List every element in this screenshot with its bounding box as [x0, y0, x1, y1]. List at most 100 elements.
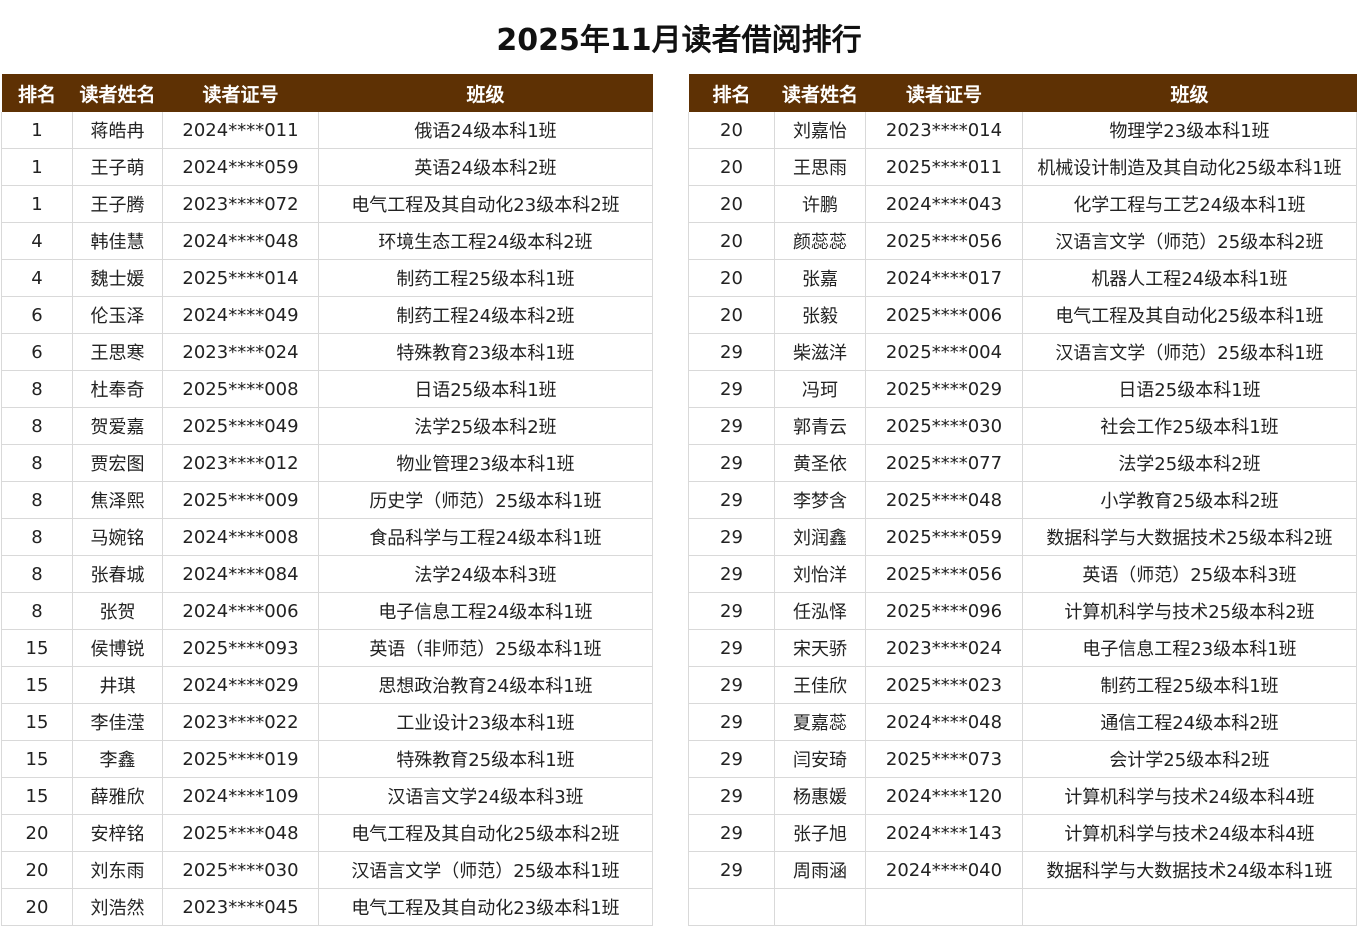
- cell-reader-name: 柴滋洋: [774, 333, 866, 371]
- cell-reader-name: 王子萌: [72, 148, 163, 186]
- cell-reader-name: 李佳滢: [72, 703, 163, 741]
- table-row: 8 张春城 2024****084 法学24级本科3班: [1, 555, 653, 593]
- cell-reader-name: 王子腾: [72, 185, 163, 223]
- cell-rank: 15: [1, 777, 73, 815]
- cell-rank: 29: [688, 518, 775, 556]
- cell-rank: 29: [688, 814, 775, 852]
- cell-class: 小学教育25级本科2班: [1022, 481, 1357, 519]
- cell-class: 社会工作25级本科1班: [1022, 407, 1357, 445]
- cell-rank: 29: [688, 592, 775, 630]
- cell-card-number: 2025****056: [865, 555, 1023, 593]
- cell-class: 制药工程24级本科2班: [318, 296, 653, 334]
- cell-reader-name: 杜奉奇: [72, 370, 163, 408]
- cell-class: 环境生态工程24级本科2班: [318, 222, 653, 260]
- cell-class: 计算机科学与技术24级本科4班: [1022, 814, 1357, 852]
- cell-rank: 20: [688, 222, 775, 260]
- cell-rank: 20: [688, 112, 775, 149]
- header-class: 班级: [1022, 74, 1357, 112]
- cell-card-number: 2024****029: [162, 666, 319, 704]
- table-row: 29 任泓怿 2025****096 计算机科学与技术25级本科2班: [688, 592, 1357, 630]
- cell-reader-name: 任泓怿: [774, 592, 866, 630]
- cell-reader-name: 黄圣依: [774, 444, 866, 482]
- cell-card-number: 2025****014: [162, 259, 319, 297]
- cell-rank: 29: [688, 481, 775, 519]
- cell-rank: 29: [688, 851, 775, 889]
- cell-class: 俄语24级本科1班: [318, 112, 653, 149]
- cell-reader-name: 安梓铭: [72, 814, 163, 852]
- cell-card-number: 2023****045: [162, 888, 319, 926]
- table-row: 15 李佳滢 2023****022 工业设计23级本科1班: [1, 703, 653, 741]
- cell-card-number: 2024****048: [162, 222, 319, 260]
- table-row: 15 侯博锐 2025****093 英语（非师范）25级本科1班: [1, 629, 653, 667]
- header-card-number: 读者证号: [162, 74, 319, 112]
- cell-rank: 20: [688, 259, 775, 297]
- cell-reader-name: 蒋皓冉: [72, 112, 163, 149]
- cell-reader-name: 刘浩然: [72, 888, 163, 926]
- table-row: 20 刘嘉怡 2023****014 物理学23级本科1班: [688, 112, 1357, 149]
- cell-card-number: 2025****030: [865, 407, 1023, 445]
- table-row: 15 李鑫 2025****019 特殊教育25级本科1班: [1, 740, 653, 778]
- cell-card-number: 2024****084: [162, 555, 319, 593]
- cell-reader-name: 李鑫: [72, 740, 163, 778]
- cell-rank: 8: [1, 555, 73, 593]
- cell-card-number: 2024****017: [865, 259, 1023, 297]
- table-row: 29 周雨涵 2024****040 数据科学与大数据技术24级本科1班: [688, 851, 1357, 889]
- cell-class: 数据科学与大数据技术24级本科1班: [1022, 851, 1357, 889]
- cell-class: 机器人工程24级本科1班: [1022, 259, 1357, 297]
- cell-card-number: 2024****043: [865, 185, 1023, 223]
- table-row: 29 刘润鑫 2025****059 数据科学与大数据技术25级本科2班: [688, 518, 1357, 556]
- table-row: 20 颜蕊蕊 2025****056 汉语言文学（师范）25级本科2班: [688, 222, 1357, 260]
- cell-rank: 8: [1, 444, 73, 482]
- cell-rank: 1: [1, 112, 73, 149]
- cell-rank: 8: [1, 407, 73, 445]
- cell-reader-name: 闫安琦: [774, 740, 866, 778]
- cell-card-number: 2024****059: [162, 148, 319, 186]
- cell-card-number: 2025****023: [865, 666, 1023, 704]
- cell-card-number: [865, 888, 1023, 926]
- cell-card-number: 2024****011: [162, 112, 319, 149]
- cell-class: 工业设计23级本科1班: [318, 703, 653, 741]
- cell-card-number: 2025****048: [162, 814, 319, 852]
- cell-card-number: 2025****008: [162, 370, 319, 408]
- cell-class: 汉语言文学（师范）25级本科2班: [1022, 222, 1357, 260]
- table-row: 29 杨惠媛 2024****120 计算机科学与技术24级本科4班: [688, 777, 1357, 815]
- cell-reader-name: 贾宏图: [72, 444, 163, 482]
- cell-class: 制药工程25级本科1班: [318, 259, 653, 297]
- cell-rank: 20: [688, 148, 775, 186]
- cell-card-number: 2025****019: [162, 740, 319, 778]
- cell-class: 物业管理23级本科1班: [318, 444, 653, 482]
- cell-card-number: 2025****004: [865, 333, 1023, 371]
- table-row: 29 闫安琦 2025****073 会计学25级本科2班: [688, 740, 1357, 778]
- cell-rank: 15: [1, 703, 73, 741]
- cell-card-number: 2025****093: [162, 629, 319, 667]
- table-row: 29 柴滋洋 2025****004 汉语言文学（师范）25级本科1班: [688, 333, 1357, 371]
- cell-card-number: 2024****049: [162, 296, 319, 334]
- table-row: 29 夏嘉蕊 2024****048 通信工程24级本科2班: [688, 703, 1357, 741]
- cell-card-number: 2024****143: [865, 814, 1023, 852]
- cell-class: 电子信息工程23级本科1班: [1022, 629, 1357, 667]
- table-row: 29 李梦含 2025****048 小学教育25级本科2班: [688, 481, 1357, 519]
- cell-reader-name: 刘嘉怡: [774, 112, 866, 149]
- cell-rank: 29: [688, 370, 775, 408]
- table-row: 8 焦泽熙 2025****009 历史学（师范）25级本科1班: [1, 481, 653, 519]
- header-reader-name: 读者姓名: [774, 74, 866, 112]
- table-row: 20 安梓铭 2025****048 电气工程及其自动化25级本科2班: [1, 814, 653, 852]
- table-row: 4 韩佳慧 2024****048 环境生态工程24级本科2班: [1, 222, 653, 260]
- cell-rank: 29: [688, 740, 775, 778]
- table-row: 15 薛雅欣 2024****109 汉语言文学24级本科3班: [1, 777, 653, 815]
- cell-class: 电气工程及其自动化23级本科2班: [318, 185, 653, 223]
- table-row: 20 许鹏 2024****043 化学工程与工艺24级本科1班: [688, 185, 1357, 223]
- cell-card-number: 2023****014: [865, 112, 1023, 149]
- cell-class: 制药工程25级本科1班: [1022, 666, 1357, 704]
- cell-reader-name: 伦玉泽: [72, 296, 163, 334]
- cell-reader-name: 颜蕊蕊: [774, 222, 866, 260]
- cell-card-number: 2023****072: [162, 185, 319, 223]
- cell-card-number: 2023****012: [162, 444, 319, 482]
- table-row: 20 刘东雨 2025****030 汉语言文学（师范）25级本科1班: [1, 851, 653, 889]
- table-row: 8 贺爱嘉 2025****049 法学25级本科2班: [1, 407, 653, 445]
- cell-class: 英语（非师范）25级本科1班: [318, 629, 653, 667]
- cell-class: 特殊教育23级本科1班: [318, 333, 653, 371]
- table-row: 29 王佳欣 2025****023 制药工程25级本科1班: [688, 666, 1357, 704]
- cell-reader-name: 刘怡洋: [774, 555, 866, 593]
- cell-class: 思想政治教育24级本科1班: [318, 666, 653, 704]
